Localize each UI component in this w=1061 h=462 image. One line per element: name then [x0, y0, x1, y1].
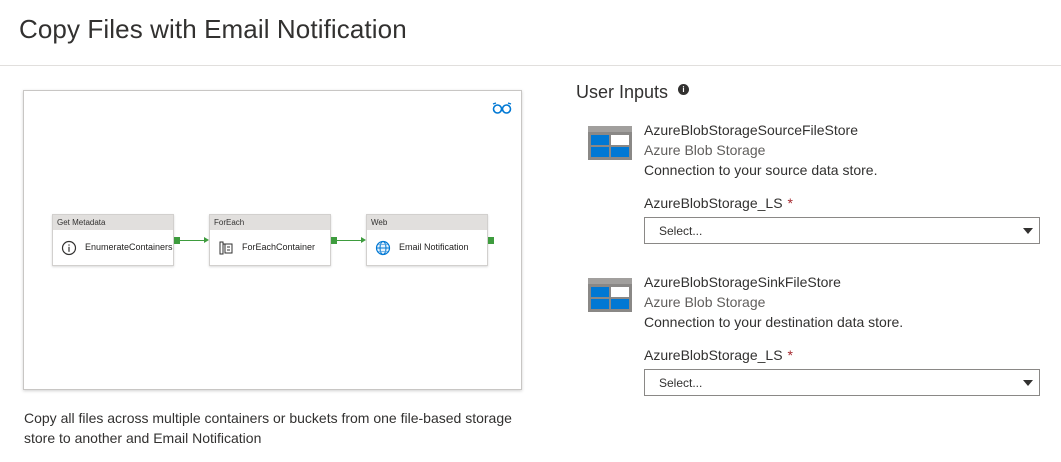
- store-type: Azure Blob Storage: [644, 294, 766, 310]
- store-description: Connection to your destination data stor…: [644, 314, 904, 330]
- select-value: Select...: [659, 224, 703, 238]
- select-value: Select...: [659, 376, 703, 390]
- activity-type-label: Web: [367, 215, 487, 230]
- activity-type-label: Get Metadata: [53, 215, 173, 230]
- pipeline-preview: Get Metadata EnumerateContainers. ForEac…: [23, 90, 522, 390]
- activity-type-label: ForEach: [210, 215, 330, 230]
- linked-service-label: AzureBlobStorage_LS *: [644, 195, 793, 211]
- store-type: Azure Blob Storage: [644, 142, 766, 158]
- store-name: AzureBlobStorageSinkFileStore: [644, 274, 841, 290]
- field-label-text: AzureBlobStorage_LS: [644, 347, 783, 363]
- web-globe-icon: [375, 240, 391, 256]
- connector-line: [180, 240, 205, 241]
- linked-service-label: AzureBlobStorage_LS *: [644, 347, 793, 363]
- chevron-down-icon: [1023, 228, 1033, 234]
- info-circle-icon: [61, 240, 77, 256]
- field-label-text: AzureBlobStorage_LS: [644, 195, 783, 211]
- store-name: AzureBlobStorageSourceFileStore: [644, 122, 859, 138]
- activity-name: ForEachContainer: [242, 242, 316, 252]
- required-marker: *: [787, 347, 793, 363]
- activity-web[interactable]: Web Email Notification: [366, 214, 488, 266]
- page-title: Copy Files with Email Notification: [19, 14, 407, 44]
- activity-foreach[interactable]: ForEach ForEachContainer: [209, 214, 331, 266]
- activity-name: EnumerateContainers.: [85, 242, 173, 252]
- page-header: Copy Files with Email Notification: [0, 0, 1061, 66]
- source-linked-service-select[interactable]: Select...: [644, 217, 1040, 244]
- azure-blob-storage-icon: [588, 278, 632, 312]
- user-inputs-title: User Inputs: [576, 82, 669, 102]
- activity-get-metadata[interactable]: Get Metadata EnumerateContainers.: [52, 214, 174, 266]
- connector-line: [337, 240, 362, 241]
- required-marker: *: [787, 195, 793, 211]
- template-description: Copy all files across multiple container…: [24, 410, 512, 446]
- activity-name: Email Notification: [399, 242, 469, 252]
- chevron-down-icon: [1023, 380, 1033, 386]
- store-description: Connection to your source data store.: [644, 162, 878, 178]
- azure-blob-storage-icon: [588, 126, 632, 160]
- output-connector[interactable]: [488, 237, 494, 244]
- source-store-section: AzureBlobStorageSourceFileStore Azure Bl…: [588, 122, 1048, 252]
- sink-linked-service-select[interactable]: Select...: [644, 369, 1040, 396]
- info-icon[interactable]: i: [678, 84, 689, 95]
- foreach-icon: [219, 241, 233, 255]
- glasses-icon[interactable]: [492, 101, 512, 115]
- sink-store-section: AzureBlobStorageSinkFileStore Azure Blob…: [588, 274, 1048, 404]
